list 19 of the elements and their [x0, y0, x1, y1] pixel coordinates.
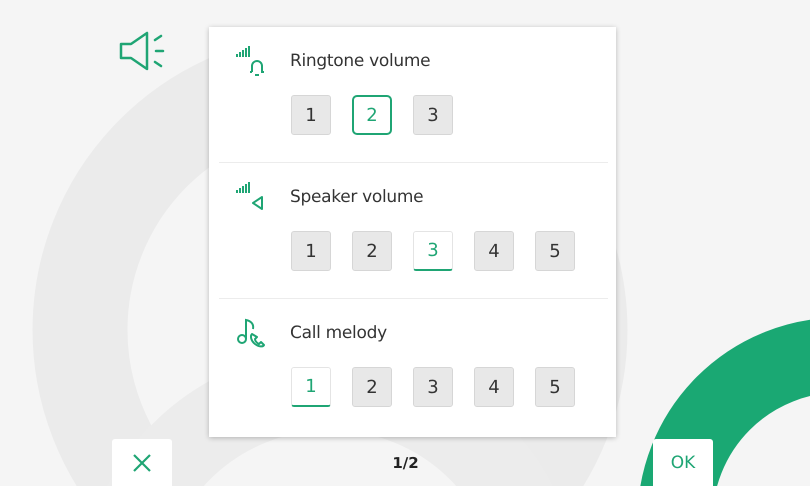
option-button[interactable]: 2 [352, 367, 392, 407]
page-indicator: 1/2 [392, 454, 419, 472]
setting-label: Call melody [290, 323, 387, 343]
option-button[interactable]: 3 [413, 95, 453, 135]
close-button[interactable] [112, 439, 172, 486]
option-button[interactable]: 1 [291, 95, 331, 135]
speaker-icon [118, 30, 166, 72]
option-button[interactable]: 1 [291, 231, 331, 271]
option-button[interactable]: 4 [474, 231, 514, 271]
close-icon [132, 452, 152, 472]
volume-bell-icon [235, 45, 267, 77]
option-button[interactable]: 5 [535, 231, 575, 271]
option-button[interactable]: 3 [413, 367, 453, 407]
option-button[interactable]: 4 [474, 367, 514, 407]
music-phone-icon [235, 317, 267, 349]
option-button[interactable]: 2 [352, 231, 392, 271]
setting-label: Ringtone volume [290, 51, 430, 71]
setting-label: Speaker volume [290, 187, 424, 207]
option-button[interactable]: 5 [535, 367, 575, 407]
